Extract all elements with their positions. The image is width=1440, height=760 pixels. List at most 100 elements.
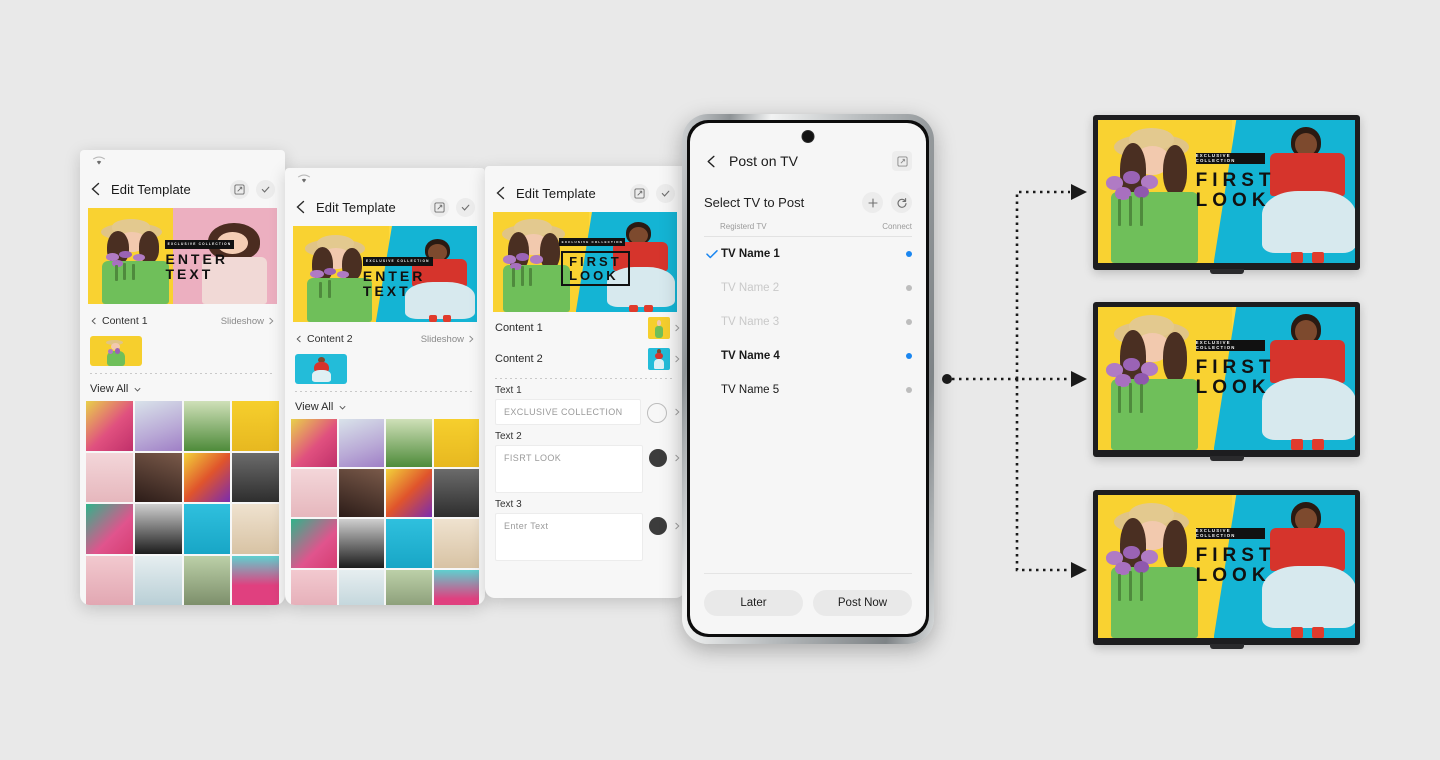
next-chevron-icon[interactable] xyxy=(673,522,681,530)
back-chevron-icon[interactable] xyxy=(704,154,719,169)
text-3-input[interactable]: Enter Text xyxy=(495,513,643,561)
grid-thumb[interactable] xyxy=(86,504,133,554)
grid-thumb[interactable] xyxy=(134,555,182,605)
panel-2-thumb-strip[interactable] xyxy=(285,350,485,384)
grid-thumb[interactable] xyxy=(386,519,432,568)
text-3-color-knob[interactable] xyxy=(649,517,667,535)
panel-3-content-row-1[interactable]: Content 1 xyxy=(485,312,685,343)
text-1-color-knob[interactable] xyxy=(647,403,667,423)
grid-thumb[interactable] xyxy=(338,419,384,468)
grid-thumb[interactable] xyxy=(338,519,384,568)
tv-list-item-3[interactable]: TV Name 3 xyxy=(704,305,912,339)
content-thumbnail[interactable] xyxy=(648,347,670,370)
check-icon[interactable] xyxy=(656,183,675,203)
next-chevron-icon[interactable] xyxy=(467,335,475,343)
grid-thumb[interactable] xyxy=(386,569,432,605)
panel-2-content-nav[interactable]: Content 2 Slideshow xyxy=(285,328,485,350)
grid-thumb[interactable] xyxy=(338,569,384,605)
panel-2-photo-grid[interactable] xyxy=(285,419,485,605)
panel-3-content-row-2[interactable]: Content 2 xyxy=(485,343,685,374)
connect-status-dot[interactable] xyxy=(906,251,912,257)
expand-icon[interactable] xyxy=(230,179,249,199)
post-now-button[interactable]: Post Now xyxy=(813,590,912,616)
grid-thumb[interactable] xyxy=(291,519,337,568)
panel-2-hero-preview[interactable]: EXCLUSIVE COLLECTION ENTER TEXT xyxy=(293,226,477,322)
connect-status-dot[interactable] xyxy=(906,319,912,325)
tv-list-item-1[interactable]: TV Name 1 xyxy=(704,237,912,271)
grid-thumb[interactable] xyxy=(232,401,279,451)
expand-icon[interactable] xyxy=(430,197,449,217)
grid-thumb[interactable] xyxy=(338,469,384,518)
grid-thumb[interactable] xyxy=(86,555,133,605)
grid-thumb[interactable] xyxy=(291,569,337,605)
panel-1-thumb-strip[interactable] xyxy=(80,332,285,366)
grid-thumb[interactable] xyxy=(291,419,337,468)
plus-icon[interactable] xyxy=(862,192,883,213)
next-chevron-icon[interactable] xyxy=(673,324,681,332)
grid-thumb[interactable] xyxy=(134,401,182,451)
panel-1-photo-grid[interactable] xyxy=(80,401,285,605)
tablet-panel-1[interactable]: Edit Template EXCLUSIVE COLLECTION ENTER… xyxy=(80,150,285,605)
tablet-panel-3[interactable]: Edit Template EXCLUSIVE COLLECTION FIRST… xyxy=(485,166,685,598)
grid-thumb[interactable] xyxy=(232,452,279,503)
back-chevron-icon[interactable] xyxy=(88,181,104,197)
grid-thumb[interactable] xyxy=(232,555,279,605)
text-3-row[interactable]: Enter Text xyxy=(485,513,685,561)
check-icon[interactable] xyxy=(256,179,275,199)
grid-thumb[interactable] xyxy=(291,469,337,518)
chevron-down-icon[interactable] xyxy=(133,385,142,394)
tv-list[interactable]: TV Name 1 TV Name 2 TV Name 3 TV Name 4 … xyxy=(690,237,926,407)
grid-thumb[interactable] xyxy=(386,469,432,518)
text-1-input[interactable]: EXCLUSIVE COLLECTION xyxy=(495,399,641,425)
chevron-down-icon[interactable] xyxy=(338,403,347,412)
tv-list-item-5[interactable]: TV Name 5 xyxy=(704,373,912,407)
later-button[interactable]: Later xyxy=(704,590,803,616)
panel-1-content-nav[interactable]: Content 1 Slideshow xyxy=(80,310,285,332)
expand-icon[interactable] xyxy=(892,151,912,171)
refresh-icon[interactable] xyxy=(891,192,912,213)
next-chevron-icon[interactable] xyxy=(673,408,681,416)
text-2-input[interactable]: FISRT LOOK xyxy=(495,445,643,493)
prev-chevron-icon[interactable] xyxy=(90,317,98,325)
selected-thumbnail[interactable] xyxy=(90,336,142,366)
grid-thumb[interactable] xyxy=(386,419,432,468)
grid-thumb[interactable] xyxy=(134,504,182,554)
grid-thumb[interactable] xyxy=(433,569,479,605)
content-thumbnail[interactable] xyxy=(648,316,670,339)
grid-thumb[interactable] xyxy=(183,504,231,554)
text-2-row[interactable]: FISRT LOOK xyxy=(485,445,685,493)
back-chevron-icon[interactable] xyxy=(293,199,309,215)
panel-1-hero-preview[interactable]: EXCLUSIVE COLLECTION ENTER TEXT xyxy=(88,208,277,304)
panel-2-view-all[interactable]: View All xyxy=(285,392,485,419)
text-1-row[interactable]: EXCLUSIVE COLLECTION xyxy=(485,399,685,425)
back-chevron-icon[interactable] xyxy=(493,185,509,201)
selected-thumbnail[interactable] xyxy=(295,354,347,384)
connect-status-dot[interactable] xyxy=(906,353,912,359)
grid-thumb[interactable] xyxy=(183,452,231,503)
tablet-panel-2[interactable]: Edit Template EXCLUSIVE COLLECTION ENTER… xyxy=(285,168,485,605)
connect-status-dot[interactable] xyxy=(906,387,912,393)
grid-thumb[interactable] xyxy=(433,519,479,568)
next-chevron-icon[interactable] xyxy=(673,355,681,363)
text-2-color-knob[interactable] xyxy=(649,449,667,467)
connect-status-dot[interactable] xyxy=(906,285,912,291)
check-icon[interactable] xyxy=(456,197,475,217)
prev-chevron-icon[interactable] xyxy=(295,335,303,343)
panel-1-view-all[interactable]: View All xyxy=(80,374,285,401)
next-chevron-icon[interactable] xyxy=(673,454,681,462)
tv-display-2[interactable]: EXCLUSIVE COLLECTION FIRST LOOK xyxy=(1093,302,1360,461)
grid-thumb[interactable] xyxy=(86,401,133,451)
next-chevron-icon[interactable] xyxy=(267,317,275,325)
grid-thumb[interactable] xyxy=(86,452,133,503)
expand-icon[interactable] xyxy=(630,183,649,203)
tv-display-3[interactable]: EXCLUSIVE COLLECTION FIRST LOOK xyxy=(1093,490,1360,649)
grid-thumb[interactable] xyxy=(183,401,231,451)
grid-thumb[interactable] xyxy=(232,504,279,554)
grid-thumb[interactable] xyxy=(433,469,479,518)
grid-thumb[interactable] xyxy=(183,555,231,605)
grid-thumb[interactable] xyxy=(433,419,479,468)
tv-list-item-4[interactable]: TV Name 4 xyxy=(704,339,912,373)
tv-list-item-2[interactable]: TV Name 2 xyxy=(704,271,912,305)
tv-display-1[interactable]: EXCLUSIVE COLLECTION FIRST LOOK xyxy=(1093,115,1360,274)
grid-thumb[interactable] xyxy=(134,452,182,503)
